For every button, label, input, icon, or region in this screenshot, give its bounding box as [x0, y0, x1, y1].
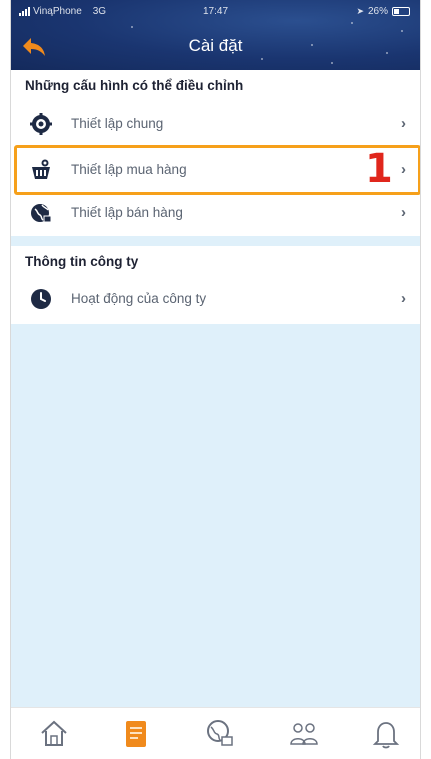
document-icon [126, 721, 146, 747]
chevron-right-icon: › [401, 115, 406, 132]
chevron-right-icon: › [401, 290, 406, 307]
shopping-basket-icon [32, 159, 50, 179]
status-right: ➤ 26% [356, 6, 410, 17]
app-header: VinaPhone 3G 17:47 ➤ 26% Cài đặt [11, 0, 420, 70]
page-title: Cài đặt [188, 36, 243, 55]
chevron-right-icon: › [401, 161, 406, 178]
chevron-right-icon: › [401, 204, 406, 221]
nav-trading[interactable] [203, 718, 237, 750]
section-title: Những cấu hình có thể điều chỉnh [25, 78, 244, 93]
bell-icon [372, 722, 400, 749]
status-bar: VinaPhone 3G 17:47 ➤ 26% [11, 4, 420, 22]
nav-partners[interactable] [287, 718, 321, 750]
battery-icon [392, 7, 410, 16]
settings-item-sales[interactable]: Thiết lập bán hàng › [11, 192, 420, 234]
users-icon [290, 723, 318, 745]
settings-item-label: Hoạt động của công ty [71, 291, 207, 306]
gear-icon [30, 113, 52, 135]
settings-item-label: Thiết lập bán hàng [71, 205, 183, 220]
settings-item-label: Thiết lập chung [71, 116, 164, 131]
location-icon: ➤ [356, 6, 364, 16]
phone-screen: VinaPhone 3G 17:47 ➤ 26% Cài đặt Những c… [10, 0, 421, 759]
bottom-nav [11, 707, 420, 759]
nav-home[interactable] [37, 718, 71, 750]
step-number: 1 [365, 146, 393, 192]
nav-documents[interactable] [119, 718, 153, 750]
company-info-section: Thông tin công ty Hoạt động của công ty … [11, 246, 420, 324]
settings-item-general[interactable]: Thiết lập chung › [11, 103, 420, 145]
sales-globe-icon [31, 204, 52, 223]
battery-percent: 26% [367, 6, 388, 17]
clock-icon [31, 289, 51, 309]
nav-notifications[interactable] [369, 718, 403, 750]
home-icon [41, 720, 67, 746]
section-title: Thông tin công ty [25, 254, 139, 269]
adjustable-settings-section: Những cấu hình có thể điều chỉnh Thiết l… [11, 70, 420, 236]
settings-item-label: Thiết lập mua hàng [71, 162, 187, 177]
globe-basket-icon [207, 720, 233, 746]
settings-item-company-activity[interactable]: Hoạt động của công ty › [11, 278, 420, 320]
settings-item-purchasing[interactable]: Thiết lập mua hàng › [11, 149, 420, 191]
